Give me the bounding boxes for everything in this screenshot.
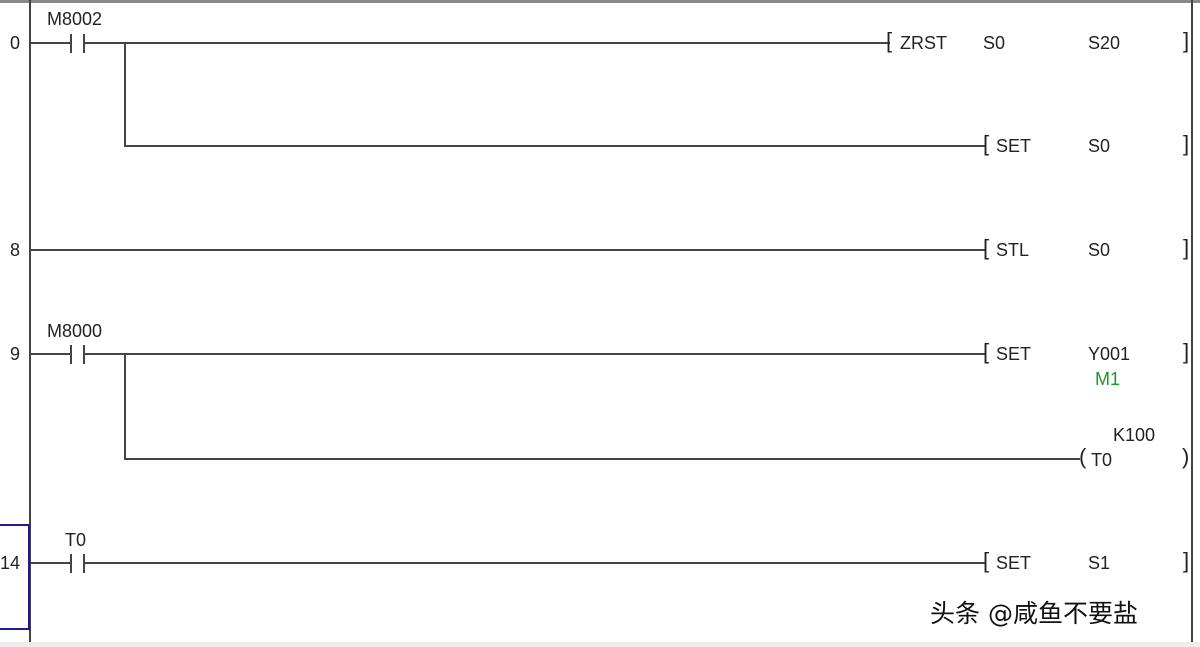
instruction-arg[interactable]: S0 — [983, 33, 1005, 53]
instruction-arg[interactable]: S1 — [1088, 553, 1110, 573]
instruction-op[interactable]: SET — [996, 136, 1031, 156]
wire — [84, 42, 890, 44]
left-bracket-icon: [ — [886, 28, 893, 53]
left-bracket-icon: [ — [983, 548, 990, 573]
contact-label: M8002 — [47, 9, 103, 29]
instruction-op[interactable]: ZRST — [900, 33, 947, 53]
instruction-arg[interactable]: S20 — [1088, 33, 1120, 53]
device-comment: M1 — [1095, 369, 1121, 389]
instruction-op[interactable]: STL — [996, 240, 1029, 260]
coil-right-paren-icon: ) — [1182, 444, 1190, 469]
step-number: 0 — [9, 33, 20, 53]
step-number: 14 — [0, 553, 21, 573]
right-bracket-icon: ] — [1183, 235, 1190, 260]
instruction-op[interactable]: SET — [996, 344, 1031, 364]
wire — [124, 145, 986, 147]
right-power-rail — [1191, 0, 1193, 647]
cursor-selection — [0, 524, 30, 630]
right-bracket-icon: ] — [1183, 548, 1190, 573]
step-number: 8 — [9, 240, 20, 260]
left-bracket-icon: [ — [983, 131, 990, 156]
right-bracket-icon: ] — [1183, 339, 1190, 364]
left-bracket-icon: [ — [983, 339, 990, 364]
wire — [31, 249, 986, 251]
wire — [124, 458, 1080, 460]
instruction-arg[interactable]: Y001 — [1088, 344, 1130, 364]
branch-wire — [124, 42, 126, 146]
wire — [84, 562, 986, 564]
wire — [84, 353, 986, 355]
top-border — [0, 0, 1200, 3]
ladder-diagram-editor: 0 M8002 [ ZRST S0 S20 ] [ SET S0 ] 8 [ S… — [0, 0, 1200, 647]
coil-left-paren-icon: ( — [1079, 444, 1087, 469]
timer-coil[interactable]: T0 — [1091, 450, 1112, 470]
bottom-edge — [0, 642, 1200, 647]
timer-setting[interactable]: K100 — [1113, 425, 1155, 445]
instruction-op[interactable]: SET — [996, 553, 1031, 573]
watermark: 头条 @咸鱼不要盐 — [930, 599, 1138, 628]
instruction-arg[interactable]: S0 — [1088, 136, 1110, 156]
instruction-arg[interactable]: S0 — [1088, 240, 1110, 260]
right-bracket-icon: ] — [1183, 28, 1190, 53]
right-bracket-icon: ] — [1183, 131, 1190, 156]
left-bracket-icon: [ — [983, 235, 990, 260]
contact-label: T0 — [65, 530, 87, 550]
step-number: 9 — [9, 344, 20, 364]
contact-label: M8000 — [47, 321, 103, 341]
branch-wire — [124, 353, 126, 459]
